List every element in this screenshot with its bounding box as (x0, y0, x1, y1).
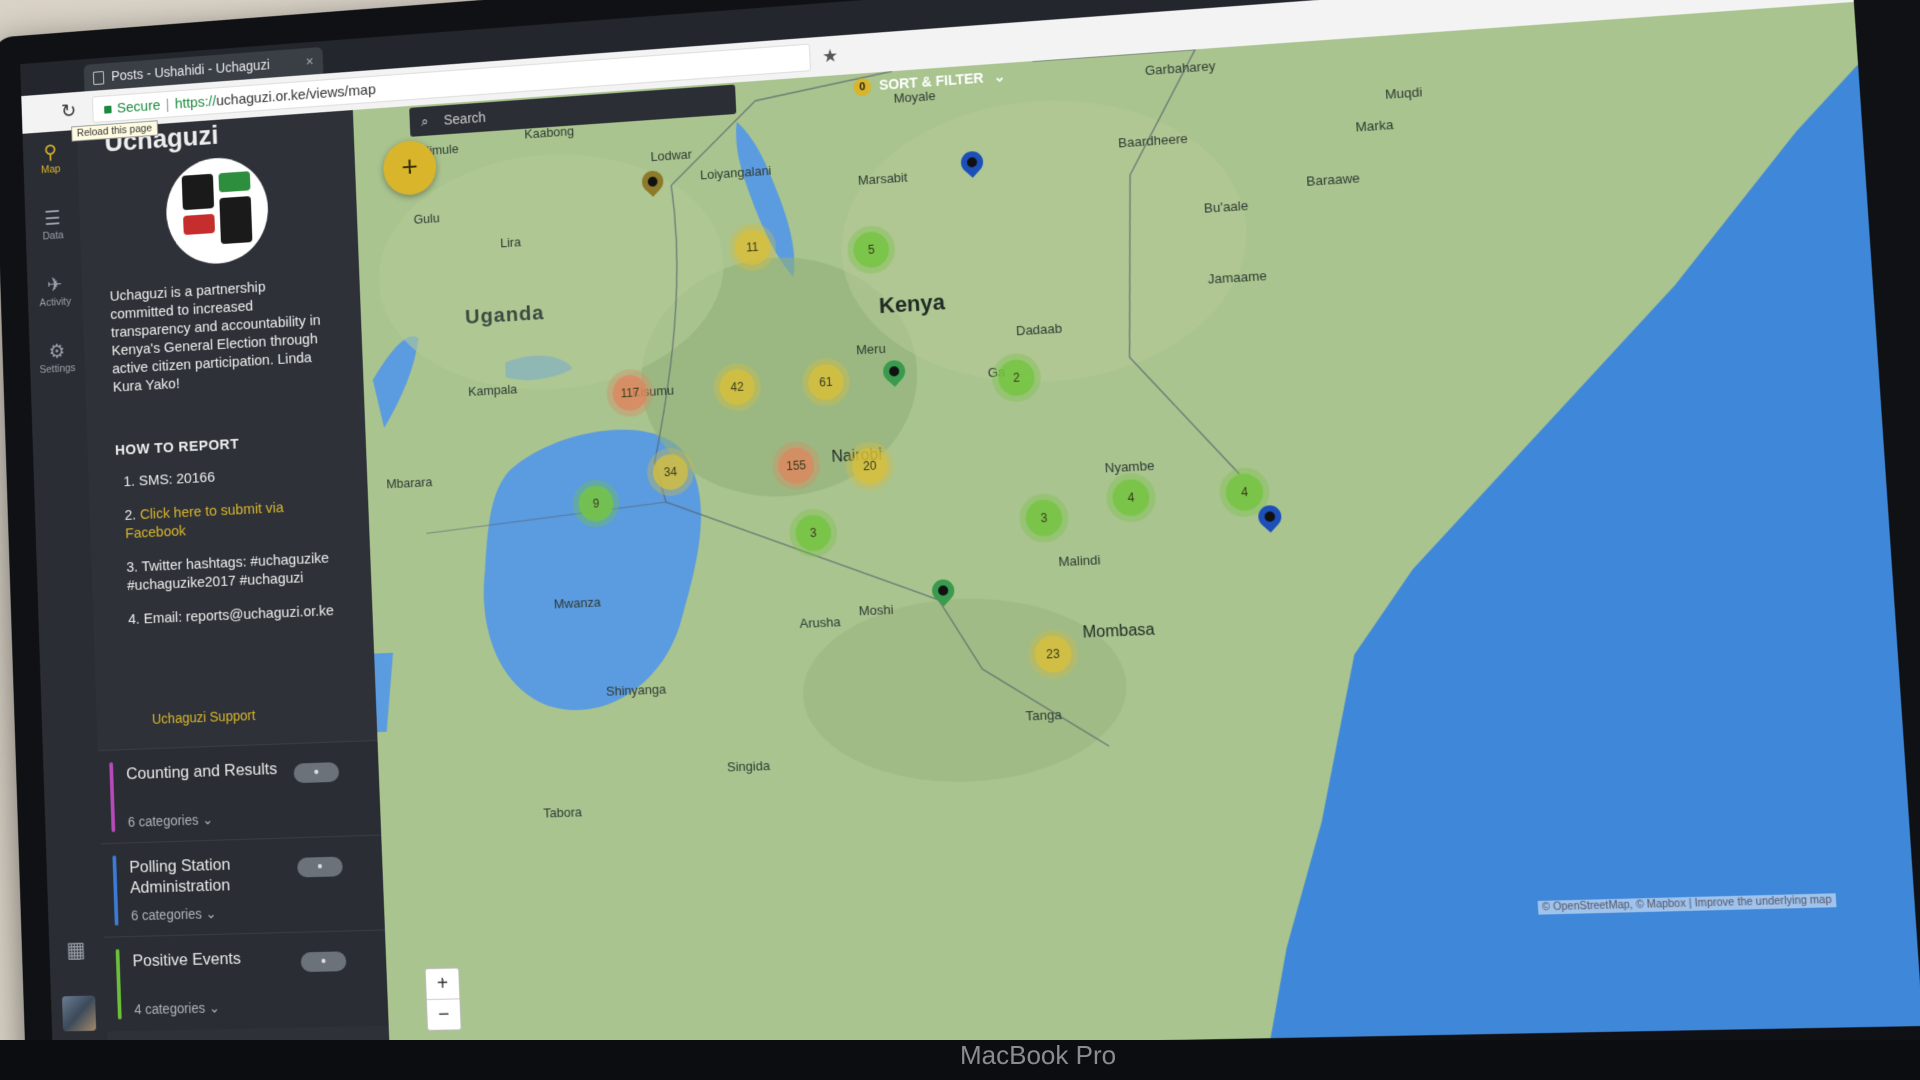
map-label-nyambeni: Nyambe (1104, 457, 1155, 476)
map-label-shinyanga: Shinyanga (605, 681, 667, 699)
sort-filter-label: SORT & FILTER (878, 69, 984, 93)
how-to-report-heading: HOW TO REPORT (114, 435, 240, 459)
url-protocol: https:// (174, 93, 217, 113)
map-label-tabora: Tabora (543, 804, 583, 821)
search-icon: ⌕ (420, 113, 429, 130)
survey-categories-toggle[interactable]: 6 categories ⌄ (131, 905, 217, 924)
step-number: 2. (124, 506, 141, 524)
rail-item-map[interactable]: ⚲ Map (23, 139, 78, 177)
screen: Posts - Ushahidi - Uchaguzi × ↻ Secure | h… (20, 0, 1920, 1061)
map-label-buaale: Bu'aale (1203, 197, 1249, 216)
survey-categories-toggle[interactable]: 4 categories ⌄ (134, 1000, 220, 1019)
survey-categories-toggle[interactable]: 6 categories ⌄ (128, 811, 214, 830)
survey-title: Counting and Results (125, 759, 278, 784)
map-label-mombasa: Mombasa (1082, 621, 1156, 642)
map-label-moshi: Moshi (858, 601, 894, 619)
zoom-out-button[interactable]: − (427, 999, 461, 1030)
map-view[interactable]: ⌕ Search + Kenya Uganda Nairobi Mombasa … (352, 1, 1920, 1055)
map-label-meru: Meru (855, 340, 887, 358)
uchaguzi-logo (164, 154, 270, 267)
map-label-dadaab: Dadaab (1015, 320, 1063, 339)
gear-icon: ⚙ (48, 340, 66, 363)
reload-icon[interactable]: ↻ (58, 99, 80, 123)
zoom-in-button[interactable]: + (425, 968, 460, 1001)
survey-polling-station[interactable]: Polling Station Administration 6 categor… (100, 834, 385, 938)
survey-visibility-toggle[interactable]: ● (293, 762, 340, 784)
survey-title: Polling Station Administration (129, 854, 231, 897)
filter-count-badge: 0 (853, 77, 872, 98)
tab-close-icon[interactable]: × (305, 48, 314, 75)
secure-label: Secure (116, 97, 161, 117)
device-label: MacBook Pro (960, 1040, 1117, 1070)
map-label-gulu: Gulu (413, 210, 440, 227)
facebook-submit-link[interactable]: Click here to submit via Facebook (125, 499, 284, 542)
deployment-sidebar: Uchaguzi Uchaguzi is a partnership commi… (76, 110, 390, 1060)
url-separator: | (165, 96, 170, 113)
map-label-arusha: Arusha (799, 614, 841, 631)
map-label-tanga: Tanga (1025, 706, 1063, 724)
survey-counting-results[interactable]: Counting and Results 6 categories ⌄ ● (97, 739, 382, 845)
page-icon (92, 71, 105, 86)
bookmark-star-icon[interactable]: ★ (822, 42, 839, 71)
survey-title: Positive Events (132, 948, 242, 971)
step-sms: 1. SMS: 20166 (123, 469, 216, 491)
survey-visibility-toggle[interactable]: ● (296, 856, 343, 878)
grid-menu-icon[interactable]: ▦ (62, 937, 91, 967)
zoom-control: + − (424, 967, 462, 1031)
map-label-mwanza: Mwanza (553, 594, 601, 612)
rail-item-data[interactable]: ☰ Data (25, 206, 80, 244)
survey-color-bar (109, 762, 116, 833)
url-text: uchaguzi.or.ke/views/map (215, 81, 377, 110)
avatar[interactable] (61, 995, 97, 1032)
map-marker-icon: ⚲ (43, 141, 58, 164)
photo-stage: Posts - Ushahidi - Uchaguzi × ↻ Secure | h… (0, 0, 1920, 1080)
rail-label: Data (42, 229, 64, 243)
map-label-mbarara: Mbarara (386, 474, 433, 492)
survey-color-bar (115, 949, 122, 1020)
step-twitter: 3. Twitter hashtags: #uchaguzike #uchagu… (126, 549, 330, 595)
map-label-uganda: Uganda (464, 301, 545, 329)
map-label-lodwar: Lodwar (650, 146, 693, 165)
step-facebook: 2. Click here to submit via Facebook (124, 496, 339, 543)
rail-item-settings[interactable]: ⚙ Settings (29, 339, 85, 377)
rail-label: Map (40, 163, 61, 177)
rail-label: Settings (39, 362, 76, 376)
rail-label: Activity (39, 295, 72, 310)
survey-color-bar (112, 855, 119, 926)
map-label-kenya: Kenya (878, 289, 946, 319)
survey-positive-events[interactable]: Positive Events 4 categories ⌄ ● (104, 929, 389, 1032)
map-label-lira: Lira (499, 234, 522, 251)
chevron-down-icon: ⌄ (993, 68, 1006, 85)
activity-icon: ✈ (46, 274, 63, 297)
search-placeholder: Search (443, 109, 487, 128)
map-label-kampala: Kampala (467, 381, 518, 399)
step-email: 4. Email: reports@uchaguzi.or.ke (127, 602, 335, 628)
map-label-malindi: Malindi (1058, 552, 1101, 570)
data-icon: ☰ (44, 207, 61, 230)
support-link[interactable]: Uchaguzi Support (152, 707, 256, 727)
map-label-marka: Marka (1355, 116, 1394, 135)
lock-icon (104, 105, 112, 114)
survey-visibility-toggle[interactable]: ● (300, 951, 347, 973)
rail-item-activity[interactable]: ✈ Activity (27, 272, 83, 310)
how-to-report-steps: 1. SMS: 20166 2. Click here to submit vi… (123, 462, 343, 645)
map-label-singida: Singida (726, 757, 771, 775)
map-label-muqdisho: Muqdi (1384, 84, 1423, 103)
laptop-screen-bezel: Posts - Ushahidi - Uchaguzi × ↻ Secure | h… (0, 0, 1920, 1080)
deployment-description: Uchaguzi is a partnership committed to i… (109, 278, 321, 396)
